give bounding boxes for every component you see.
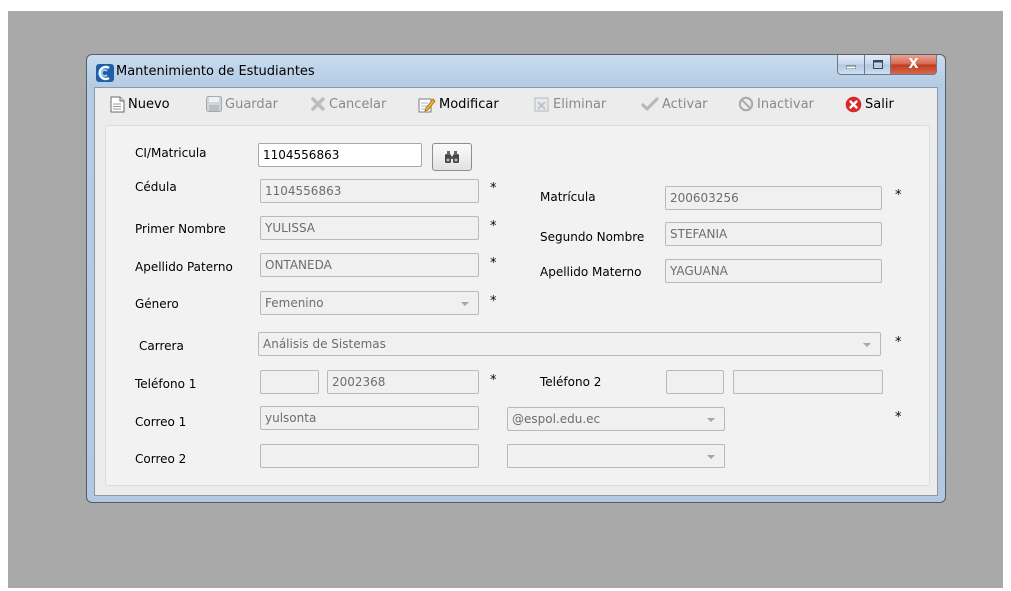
segundo-nombre-input[interactable]: STEFANIA	[665, 222, 882, 246]
activate-button[interactable]: Activar	[641, 94, 708, 114]
edit-pencil-icon	[418, 97, 436, 112]
minimize-icon	[846, 65, 856, 69]
save-disk-icon	[206, 96, 222, 112]
primer-nombre-input[interactable]: YULISSA	[260, 216, 479, 240]
ci-matricula-input[interactable]: 1104556863	[258, 143, 422, 167]
correo1-domain-value: @espol.edu.ec	[512, 412, 601, 426]
correo2-user-input[interactable]	[260, 444, 479, 468]
exit-icon	[845, 96, 862, 112]
cedula-input[interactable]: 1104556863	[260, 179, 479, 203]
apellido-paterno-label: Apellido Paterno	[135, 260, 233, 274]
maximize-button[interactable]	[865, 55, 891, 75]
telefono2-number-input[interactable]	[733, 370, 883, 394]
chevron-down-icon[interactable]	[707, 455, 715, 459]
cedula-required-mark: *	[490, 181, 497, 196]
chevron-down-icon[interactable]	[707, 418, 715, 422]
ci-matricula-label: CI/Matricula	[135, 146, 207, 160]
telefono1-required-mark: *	[490, 373, 497, 388]
new-button-label: Nuevo	[128, 96, 170, 112]
new-button[interactable]: Nuevo	[110, 94, 170, 114]
cancel-x-icon	[311, 97, 325, 111]
activate-button-label: Activar	[662, 96, 708, 112]
modify-button[interactable]: Modificar	[418, 94, 499, 114]
chevron-down-icon[interactable]	[461, 302, 469, 306]
primer-nombre-label: Primer Nombre	[135, 222, 226, 236]
telefono1-number-input[interactable]: 2002368	[327, 370, 479, 394]
correo2-label: Correo 2	[135, 452, 187, 466]
delete-icon	[534, 97, 549, 112]
correo1-label: Correo 1	[135, 415, 187, 429]
binoculars-icon	[445, 151, 459, 163]
matricula-label: Matrícula	[540, 190, 596, 204]
delete-button-label: Eliminar	[553, 96, 607, 112]
telefono2-label: Teléfono 2	[540, 375, 602, 389]
toolbar: Nuevo Guardar Cancelar Modificar Elimina…	[95, 88, 937, 120]
maximize-icon	[872, 60, 883, 69]
apellido-materno-input[interactable]: YAGUANA	[665, 259, 882, 283]
close-icon: X	[908, 57, 919, 72]
apellido-paterno-input[interactable]: ONTANEDA	[260, 253, 479, 277]
telefono1-area-input[interactable]	[260, 370, 319, 394]
carrera-selected-value: Análisis de Sistemas	[263, 337, 386, 351]
inactivate-button[interactable]: Inactivar	[738, 94, 814, 114]
genero-selected-value: Femenino	[265, 296, 324, 310]
student-form-panel	[105, 125, 930, 486]
telefono1-label: Teléfono 1	[135, 377, 197, 391]
chevron-down-icon[interactable]	[863, 343, 871, 347]
app-logo-icon	[96, 64, 114, 82]
segundo-nombre-label: Segundo Nombre	[540, 230, 645, 244]
window-title: Mantenimiento de Estudiantes	[116, 64, 315, 79]
correo1-domain-select[interactable]: @espol.edu.ec	[507, 407, 725, 431]
correo2-domain-select[interactable]	[507, 444, 725, 468]
carrera-label: Carrera	[139, 339, 184, 353]
correo1-user-input[interactable]: yulsonta	[260, 406, 479, 430]
close-button[interactable]: X	[891, 55, 937, 75]
checkmark-icon	[641, 97, 659, 111]
genero-select[interactable]: Femenino	[260, 291, 479, 315]
modify-button-label: Modificar	[439, 96, 499, 112]
cancel-button[interactable]: Cancelar	[310, 94, 386, 114]
delete-button[interactable]: Eliminar	[534, 94, 606, 114]
window-client-area: Nuevo Guardar Cancelar Modificar Elimina…	[94, 87, 938, 496]
exit-button[interactable]: Salir	[845, 94, 894, 114]
save-button-label: Guardar	[225, 96, 278, 112]
title-bar[interactable]: Mantenimiento de Estudiantes X	[87, 55, 945, 87]
carrera-required-mark: *	[895, 335, 902, 350]
matricula-required-mark: *	[895, 188, 902, 203]
primer-nombre-required-mark: *	[490, 219, 497, 234]
search-button[interactable]	[432, 143, 472, 171]
carrera-select[interactable]: Análisis de Sistemas	[258, 332, 881, 356]
cedula-label: Cédula	[135, 180, 177, 194]
genero-label: Género	[135, 297, 179, 311]
genero-required-mark: *	[490, 294, 497, 309]
inactivate-button-label: Inactivar	[757, 96, 814, 112]
prohibited-icon	[738, 96, 754, 112]
telefono2-area-input[interactable]	[666, 370, 724, 394]
apellido-paterno-required-mark: *	[490, 256, 497, 271]
exit-button-label: Salir	[865, 96, 894, 112]
cancel-button-label: Cancelar	[329, 96, 387, 112]
new-document-icon	[110, 96, 125, 112]
save-button[interactable]: Guardar	[206, 94, 278, 114]
window-controls: X	[837, 55, 937, 76]
correo1-required-mark: *	[895, 410, 902, 425]
apellido-materno-label: Apellido Materno	[540, 265, 642, 279]
minimize-button[interactable]	[837, 55, 865, 75]
matricula-input[interactable]: 200603256	[665, 186, 882, 210]
